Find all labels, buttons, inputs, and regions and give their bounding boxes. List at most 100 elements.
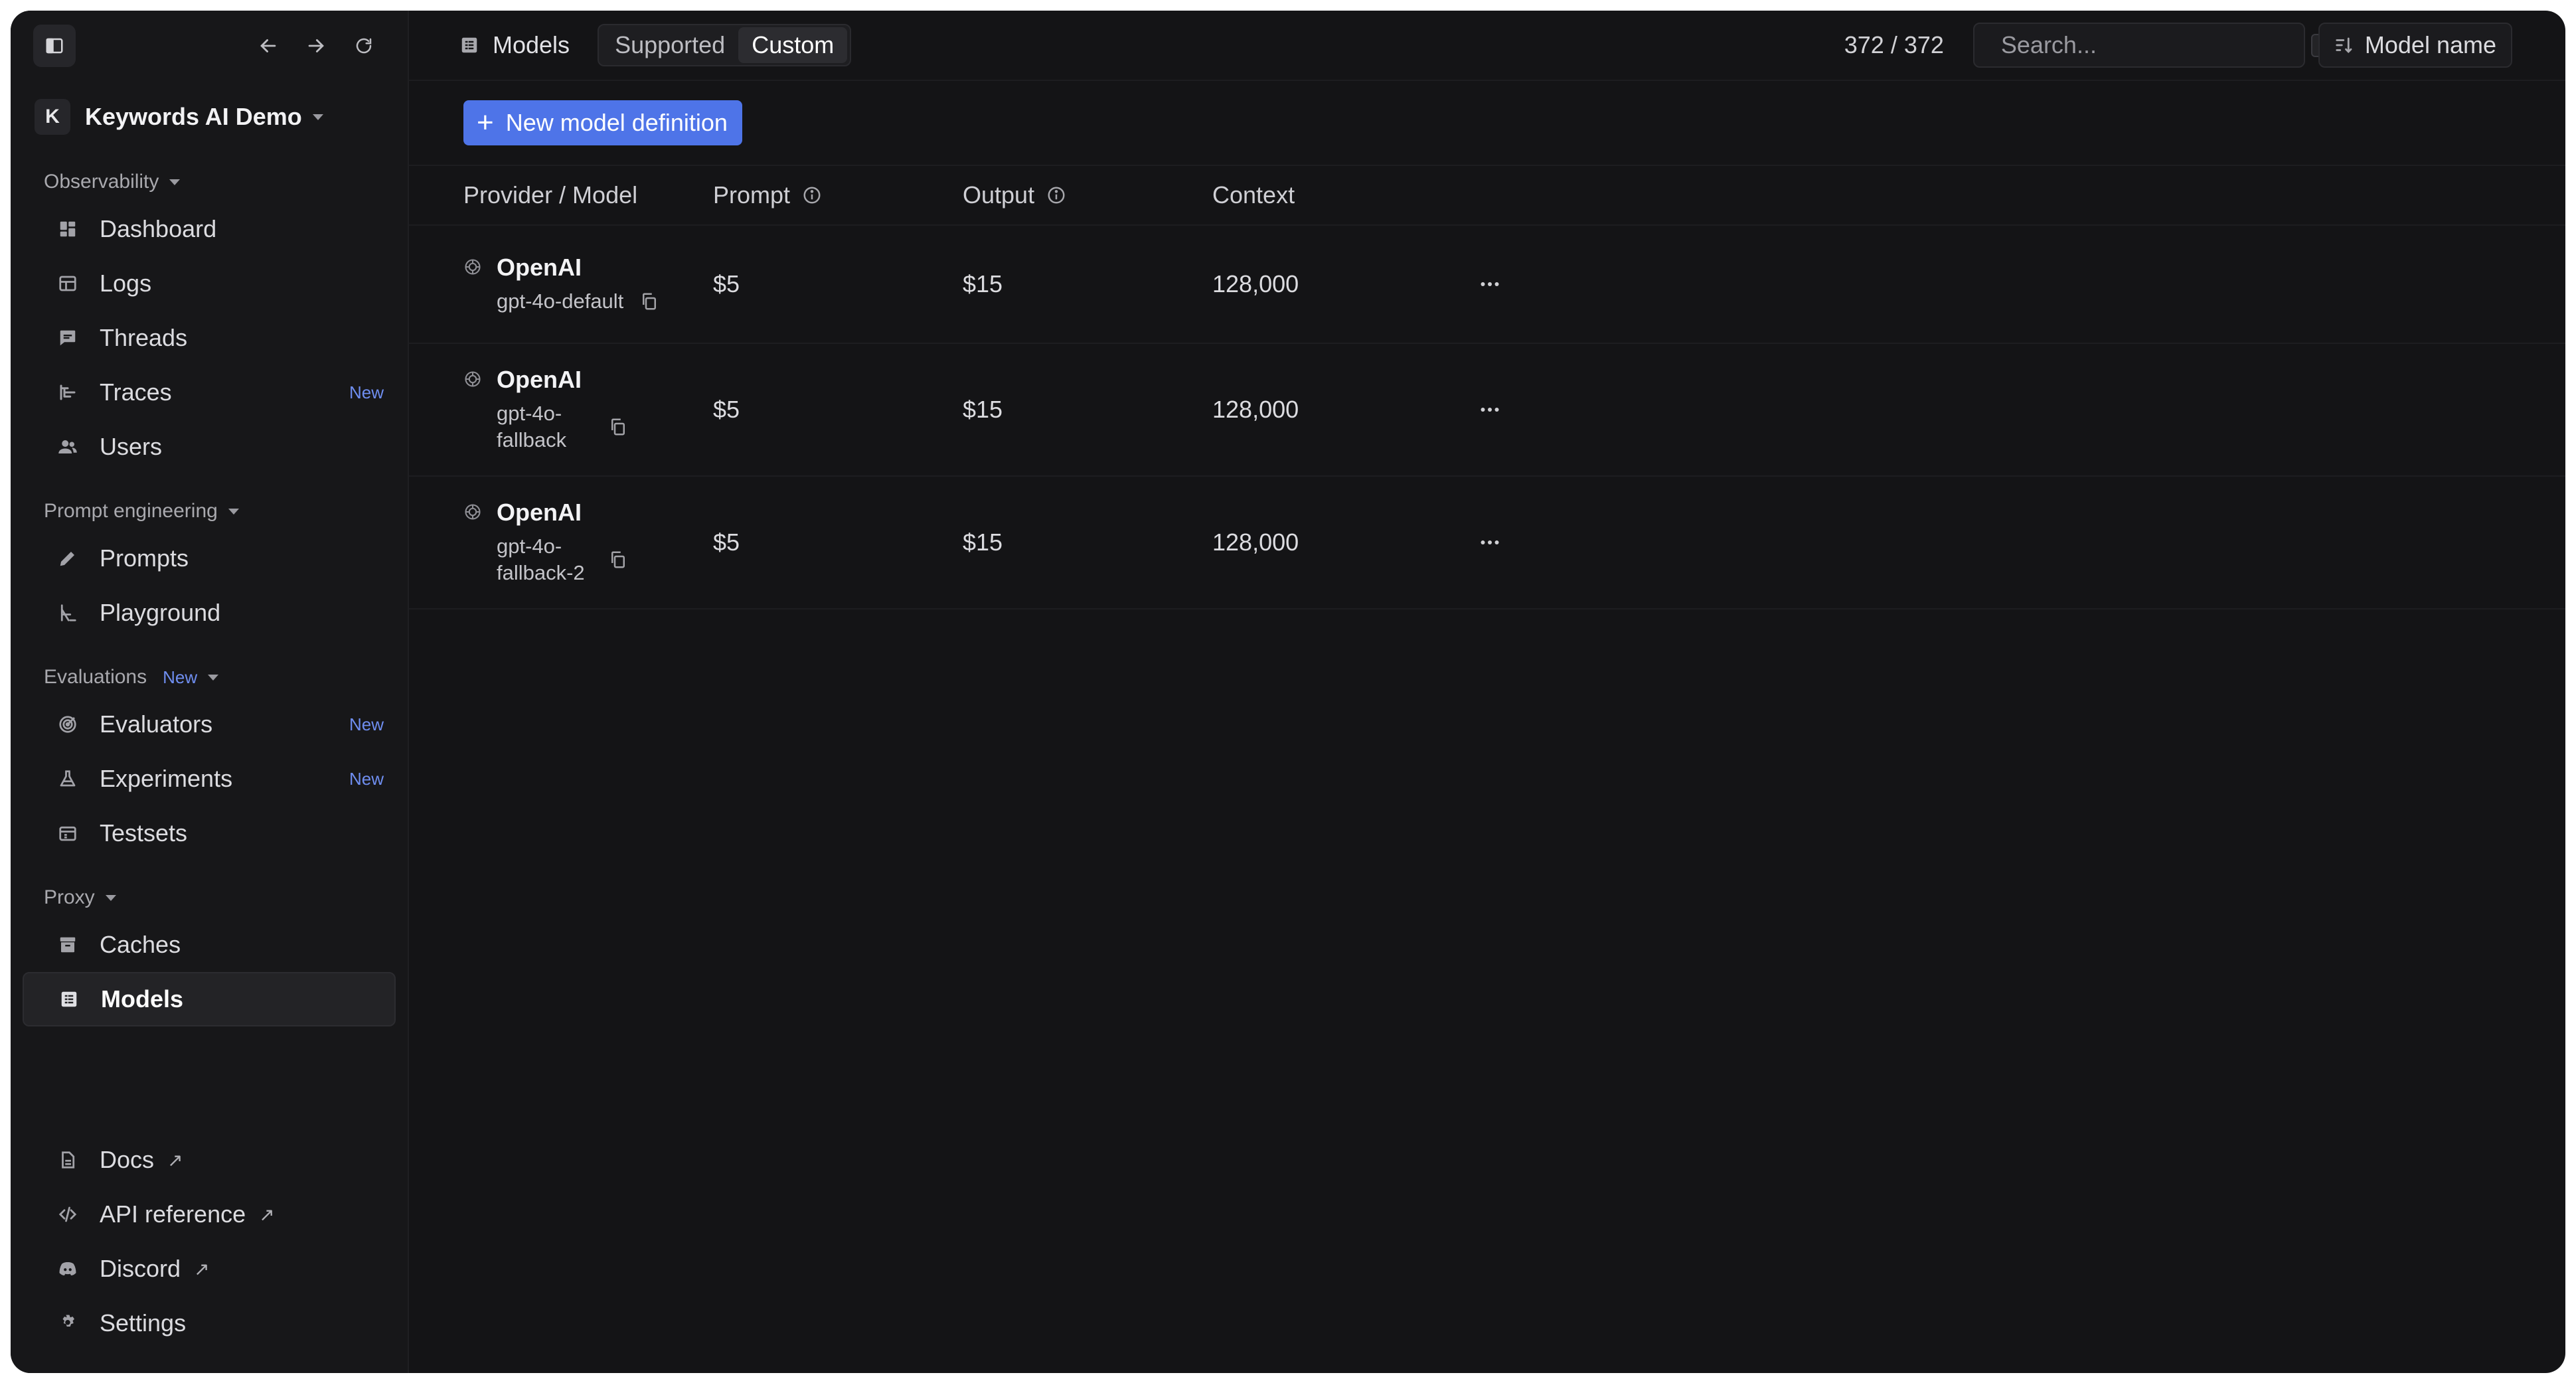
openai-icon xyxy=(465,259,481,275)
section-observability[interactable]: Observability xyxy=(11,162,408,202)
tab-custom[interactable]: Custom xyxy=(738,27,848,63)
table-row[interactable]: OpenAI gpt-4o-default $5 $15 128,000 xyxy=(409,226,2565,344)
model-type-toggle: Supported Custom xyxy=(598,24,852,66)
sidebar-item-models[interactable]: Models xyxy=(23,972,396,1026)
tab-supported[interactable]: Supported xyxy=(602,27,738,63)
table-row[interactable]: OpenAI gpt-4o-fallback-2 $5 $15 128,000 xyxy=(409,477,2565,610)
workspace-switcher[interactable]: K Keywords AI Demo xyxy=(35,89,396,145)
app-window: K Keywords AI Demo Observability Dashboa… xyxy=(11,11,2565,1373)
section-evaluations[interactable]: Evaluations New xyxy=(11,657,408,697)
column-header-context[interactable]: Context xyxy=(1212,181,1478,209)
sidebar-item-label: Testsets xyxy=(100,819,188,847)
caret-down-icon xyxy=(169,179,181,185)
sidebar-item-label: Traces xyxy=(100,378,172,406)
sidebar-item-label: Playground xyxy=(100,599,221,626)
caret-down-icon xyxy=(105,894,116,901)
workspace-name: Keywords AI Demo xyxy=(85,103,302,130)
sidebar-item-experiments[interactable]: Experiments New xyxy=(23,752,396,806)
column-header-provider[interactable]: Provider / Model xyxy=(463,181,713,209)
more-actions-button[interactable] xyxy=(1478,398,1531,422)
models-icon xyxy=(459,35,479,55)
sidebar-item-caches[interactable]: Caches xyxy=(23,918,396,972)
search-input[interactable] xyxy=(1999,31,2311,60)
plus-icon: + xyxy=(477,106,494,139)
sidebar-item-testsets[interactable]: Testsets xyxy=(23,806,396,860)
sidebar-item-label: Settings xyxy=(100,1309,187,1337)
sidebar-item-prompts[interactable]: Prompts xyxy=(23,531,396,586)
search-box: / xyxy=(1972,23,2332,68)
top-bar: Models Supported Custom 372 / 372 / Mode… xyxy=(409,11,2565,81)
table-icon xyxy=(54,270,81,297)
button-label: New model definition xyxy=(505,109,728,136)
prompt-price: $5 xyxy=(713,270,740,297)
sidebar-item-playground[interactable]: Playground xyxy=(23,586,396,640)
target-icon xyxy=(54,711,81,738)
action-bar: + New model definition xyxy=(409,81,2565,166)
copy-icon[interactable] xyxy=(608,417,628,437)
page-title-label: Models xyxy=(493,31,570,58)
copy-icon[interactable] xyxy=(639,291,659,311)
external-link-icon: ↗ xyxy=(259,1204,275,1225)
sidebar: K Keywords AI Demo Observability Dashboa… xyxy=(11,11,409,1373)
openai-icon xyxy=(465,504,481,520)
reload-button[interactable] xyxy=(343,25,385,67)
more-horizontal-icon xyxy=(1481,408,1499,412)
info-icon[interactable] xyxy=(802,185,822,205)
sidebar-toggle-button[interactable] xyxy=(33,25,76,67)
forward-button[interactable] xyxy=(295,25,337,67)
sidebar-item-settings[interactable]: Settings xyxy=(23,1296,396,1350)
sidebar-toolbar xyxy=(11,11,408,81)
section-label: Observability xyxy=(44,171,159,193)
more-actions-button[interactable] xyxy=(1478,272,1531,296)
code-icon xyxy=(54,1201,81,1228)
section-proxy[interactable]: Proxy xyxy=(11,878,408,918)
output-price: $15 xyxy=(963,396,1003,423)
model-name: gpt-4o-fallback xyxy=(497,402,567,451)
document-icon xyxy=(54,1147,81,1173)
sidebar-item-discord[interactable]: Discord ↗ xyxy=(23,1242,396,1296)
section-label: Proxy xyxy=(44,886,95,908)
chat-icon xyxy=(54,325,81,351)
sort-label: Model name xyxy=(2364,31,2496,58)
new-badge: New xyxy=(349,768,384,789)
provider-cell: OpenAI gpt-4o-fallback-2 xyxy=(463,499,713,586)
result-count: 372 / 372 xyxy=(1844,31,1944,58)
more-horizontal-icon xyxy=(1481,282,1499,286)
sidebar-item-users[interactable]: Users xyxy=(23,420,396,474)
new-badge: New xyxy=(349,382,384,402)
openai-icon xyxy=(465,371,481,387)
sidebar-item-evaluators[interactable]: Evaluators New xyxy=(23,697,396,752)
sidebar-item-label: Dashboard xyxy=(100,215,217,242)
models-icon xyxy=(56,986,82,1013)
sidebar-item-docs[interactable]: Docs ↗ xyxy=(23,1133,396,1187)
sidebar-item-dashboard[interactable]: Dashboard xyxy=(23,202,396,256)
column-header-prompt[interactable]: Prompt xyxy=(713,181,963,209)
arrow-left-icon xyxy=(260,39,276,52)
sidebar-item-threads[interactable]: Threads xyxy=(23,311,396,365)
more-actions-button[interactable] xyxy=(1478,530,1531,554)
prompt-price: $5 xyxy=(713,396,740,423)
prompt-price: $5 xyxy=(713,529,740,556)
model-name: gpt-4o-default xyxy=(497,289,624,313)
new-model-definition-button[interactable]: + New model definition xyxy=(463,100,742,145)
archive-icon xyxy=(54,932,81,958)
users-icon xyxy=(54,434,81,460)
back-button[interactable] xyxy=(247,25,289,67)
sidebar-item-label: Discord xyxy=(100,1255,181,1282)
output-price: $15 xyxy=(963,529,1003,556)
sidebar-item-logs[interactable]: Logs xyxy=(23,256,396,311)
table-row[interactable]: OpenAI gpt-4o-fallback $5 $15 128,000 xyxy=(409,344,2565,477)
sort-button[interactable]: Model name xyxy=(2318,23,2512,68)
sort-icon xyxy=(2334,35,2354,55)
column-header-output[interactable]: Output xyxy=(963,181,1212,209)
sidebar-item-label: Users xyxy=(100,433,163,460)
gear-icon xyxy=(54,1310,81,1337)
section-prompt-engineering[interactable]: Prompt engineering xyxy=(11,491,408,531)
sidebar-item-api-reference[interactable]: API reference ↗ xyxy=(23,1187,396,1242)
sidebar-item-traces[interactable]: Traces New xyxy=(23,365,396,420)
reload-icon xyxy=(356,38,372,54)
caret-down-icon xyxy=(228,508,239,515)
copy-icon[interactable] xyxy=(608,550,628,570)
info-icon[interactable] xyxy=(1046,185,1066,205)
sidebar-footer: Docs ↗ API reference ↗ Discord ↗ Setting… xyxy=(11,1133,408,1350)
